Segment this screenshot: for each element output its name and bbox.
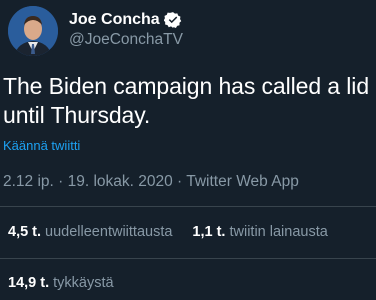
retweets-count: 4,5 t. xyxy=(8,224,42,240)
stats-row-likes: 14,9 t. tykkäystä xyxy=(0,259,376,300)
tweet-detail: Joe Concha @JoeConchaTV The Biden campai… xyxy=(0,0,376,300)
display-name-row: Joe Concha xyxy=(69,10,183,30)
author-names: Joe Concha @JoeConchaTV xyxy=(69,10,183,50)
translate-tweet-link[interactable]: Käännä twiitti xyxy=(3,138,80,154)
likes-label: tykkäystä xyxy=(53,275,114,291)
stats-row-retweets-quotes: 4,5 t. uudelleentwiittausta 1,1 t. twiit… xyxy=(0,206,376,258)
display-name[interactable]: Joe Concha xyxy=(69,10,160,30)
retweets-stat[interactable]: 4,5 t. uudelleentwiittausta xyxy=(8,224,172,240)
quotes-stat[interactable]: 1,1 t. twiitin lainausta xyxy=(192,224,327,240)
quotes-label: twiitin lainausta xyxy=(229,224,328,240)
likes-count: 14,9 t. xyxy=(8,275,50,291)
tweet-meta[interactable]: 2.12 ip. · 19. lokak. 2020 · Twitter Web… xyxy=(3,172,299,192)
avatar[interactable] xyxy=(8,6,58,56)
avatar-image xyxy=(8,6,58,56)
quotes-count: 1,1 t. xyxy=(192,224,226,240)
likes-stat[interactable]: 14,9 t. tykkäystä xyxy=(8,275,114,291)
tweet-header: Joe Concha @JoeConchaTV xyxy=(8,6,183,56)
author-handle[interactable]: @JoeConchaTV xyxy=(69,30,183,50)
verified-badge-icon xyxy=(163,12,181,28)
tweet-text: The Biden campaign has called a lid unti… xyxy=(3,73,370,128)
retweets-label: uudelleentwiittausta xyxy=(45,224,173,240)
